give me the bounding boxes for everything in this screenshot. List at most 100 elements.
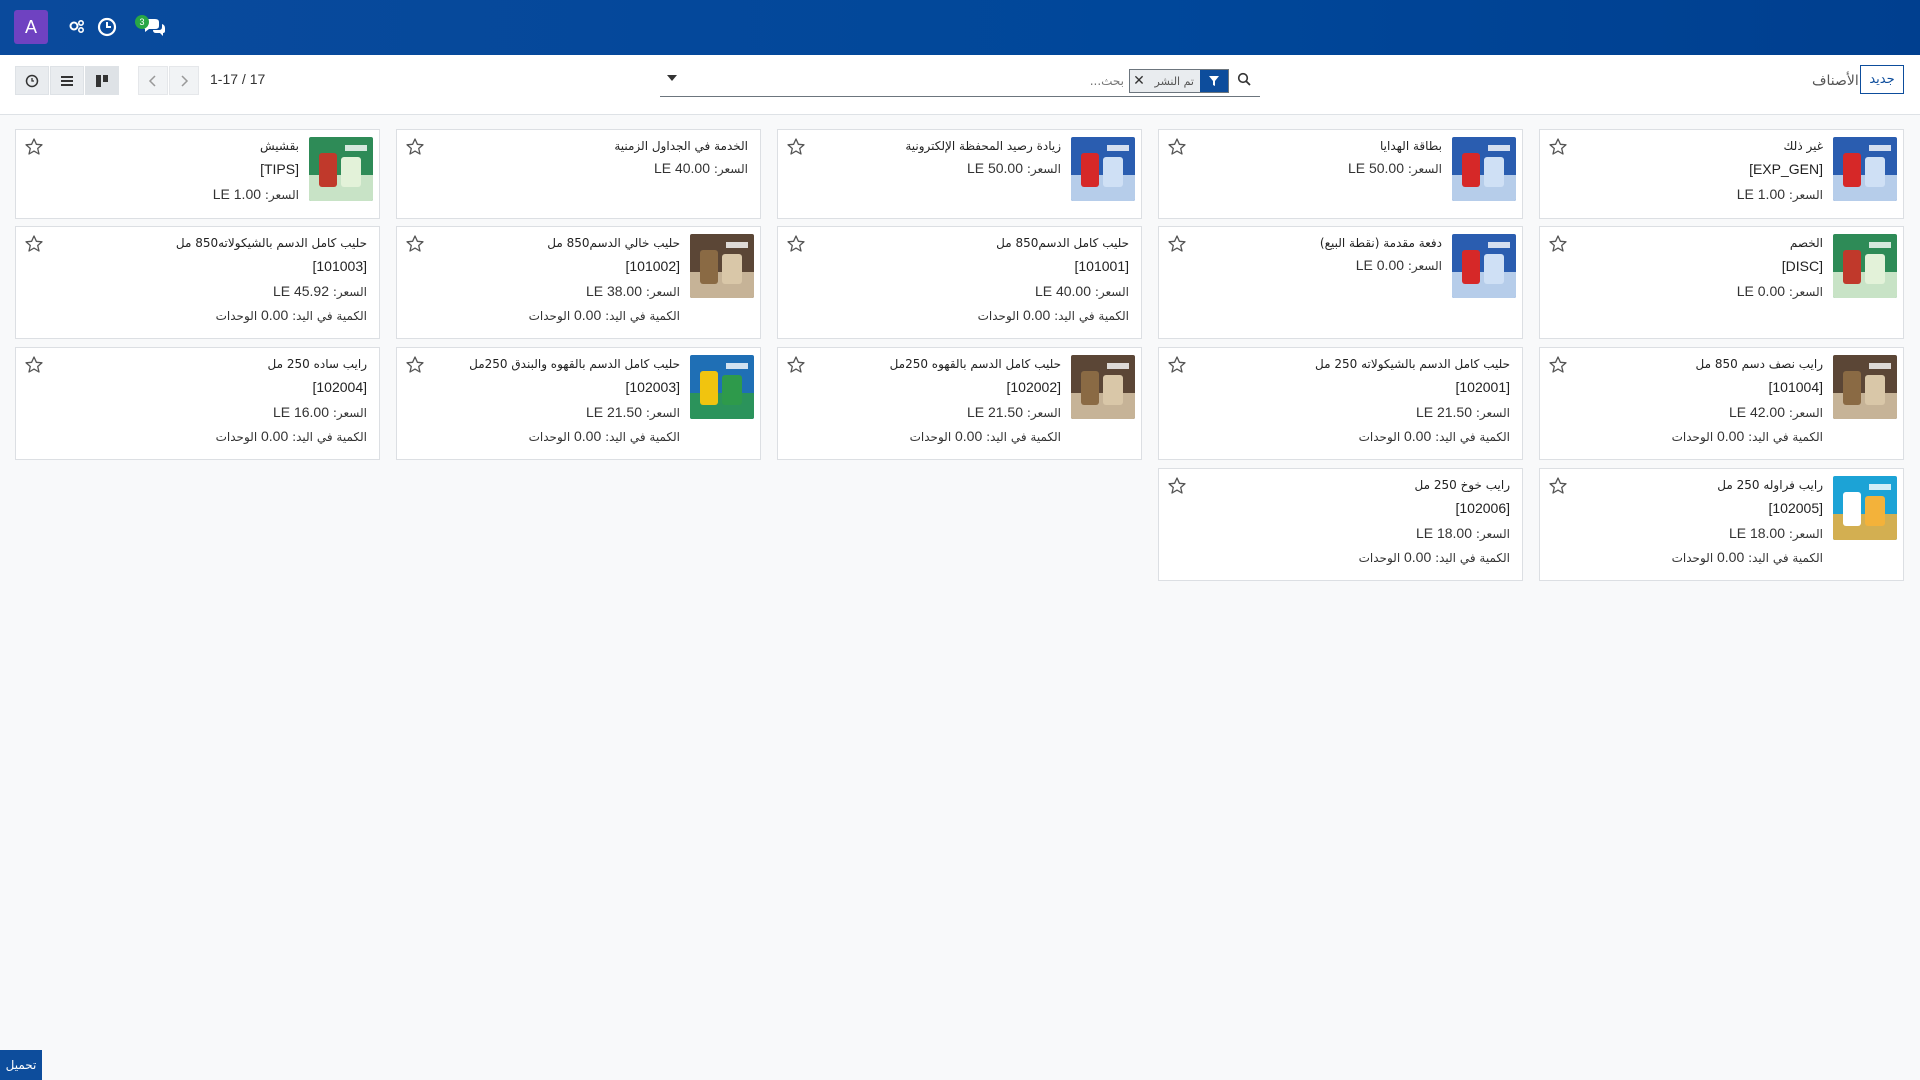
chevron-right-icon xyxy=(181,74,189,87)
qty-units: الوحدات xyxy=(977,309,1020,323)
product-code: [101004] xyxy=(1768,379,1824,395)
favorite-star-icon[interactable] xyxy=(405,137,425,157)
product-info: دفعة مقدمة (نقطة البيع) السعر: 0.00 LE xyxy=(1199,235,1442,281)
qty-label: الكمية في اليد: xyxy=(1748,430,1823,444)
new-button[interactable]: جديد xyxy=(1860,65,1904,94)
product-card[interactable]: حليب خالي الدسم850 مل [101002] السعر: 38.0… xyxy=(396,226,761,339)
product-quantity: الكمية في اليد: 0.00 الوحدات xyxy=(56,307,367,327)
product-card[interactable]: حليب كامل الدسم850 مل [101001] السعر: 40.0… xyxy=(777,226,1142,339)
pager-next-button[interactable] xyxy=(169,66,199,95)
price-value: 38.00 LE xyxy=(585,283,643,299)
favorite-star-icon[interactable] xyxy=(786,137,806,157)
product-name: غير ذلك xyxy=(1783,139,1823,153)
download-button[interactable]: تحميل xyxy=(0,1050,42,1080)
price-value: 0.00 LE xyxy=(1736,283,1786,299)
product-code: [EXP_GEN] xyxy=(1749,161,1823,177)
price-label: السعر: xyxy=(1026,162,1061,176)
favorite-star-icon[interactable] xyxy=(1167,355,1187,375)
price-label: السعر: xyxy=(1094,285,1129,299)
product-code: [101002] xyxy=(625,258,681,274)
price-value: 1.00 LE xyxy=(1736,186,1786,202)
product-card[interactable]: رايب نصف دسم 850 مل [101004] السعر: 42.00 … xyxy=(1539,347,1904,460)
favorite-star-icon[interactable] xyxy=(24,137,44,157)
product-image xyxy=(690,234,754,298)
favorite-star-icon[interactable] xyxy=(1548,476,1568,496)
favorite-star-icon[interactable] xyxy=(1167,234,1187,254)
product-info: حليب كامل الدسم بالقهوه والبندق 250مل [10… xyxy=(437,356,680,448)
product-name: رايب فراوله 250 مل xyxy=(1717,478,1823,492)
product-card[interactable]: الخصم [DISC] السعر: 0.00 LE xyxy=(1539,226,1904,339)
favorite-star-icon[interactable] xyxy=(24,355,44,375)
favorite-star-icon[interactable] xyxy=(1548,234,1568,254)
search-input[interactable] xyxy=(684,71,1124,91)
product-info: الخصم [DISC] السعر: 0.00 LE xyxy=(1580,235,1823,307)
product-price: السعر: 42.00 LE xyxy=(1580,404,1823,428)
product-card[interactable]: حليب كامل الدسم بالشيكولاته850 مل [101003… xyxy=(15,226,380,339)
product-code: [102002] xyxy=(1006,379,1062,395)
product-card[interactable]: رايب فراوله 250 مل [102005] السعر: 18.00 L… xyxy=(1539,468,1904,581)
facet-remove-icon[interactable]: ✕ xyxy=(1130,70,1148,92)
product-info: بقشيش [TIPS] السعر: 1.00 LE xyxy=(56,138,299,210)
user-avatar[interactable]: A xyxy=(14,10,48,44)
product-code: [101003] xyxy=(312,258,368,274)
product-name: حليب كامل الدسم850 مل xyxy=(996,236,1129,250)
price-label: السعر: xyxy=(332,406,367,420)
product-card[interactable]: بقشيش [TIPS] السعر: 1.00 LE xyxy=(15,129,380,219)
favorite-star-icon[interactable] xyxy=(1548,355,1568,375)
pager-previous-button[interactable] xyxy=(138,66,168,95)
qty-value: 0.00 xyxy=(954,428,983,444)
qty-value: 0.00 xyxy=(1403,428,1432,444)
product-card[interactable]: زيادة رصيد المحفظة الإلكترونية السعر: 50.… xyxy=(777,129,1142,219)
qty-label: الكمية في اليد: xyxy=(986,430,1061,444)
product-info: حليب كامل الدسم بالقهوه 250مل [102002] الس… xyxy=(818,356,1061,448)
product-quantity: الكمية في اليد: 0.00 الوحدات xyxy=(1580,428,1823,448)
product-card[interactable]: حليب كامل الدسم بالقهوه 250مل [102002] الس… xyxy=(777,347,1142,460)
price-label: السعر: xyxy=(1475,406,1510,420)
favorite-star-icon[interactable] xyxy=(786,234,806,254)
product-code: [102004] xyxy=(312,379,368,395)
search-options-toggle[interactable] xyxy=(667,75,677,81)
favorite-star-icon[interactable] xyxy=(405,355,425,375)
list-view-button[interactable] xyxy=(50,66,84,95)
qty-value: 0.00 xyxy=(1716,428,1745,444)
price-value: 18.00 LE xyxy=(1728,525,1786,541)
product-card[interactable]: حليب كامل الدسم بالقهوه والبندق 250مل [10… xyxy=(396,347,761,460)
favorite-star-icon[interactable] xyxy=(786,355,806,375)
facet-label: تم النشر xyxy=(1154,74,1195,88)
price-value: 21.50 LE xyxy=(1415,404,1473,420)
favorite-star-icon[interactable] xyxy=(1167,137,1187,157)
product-card[interactable]: دفعة مقدمة (نقطة البيع) السعر: 0.00 LE xyxy=(1158,226,1523,339)
product-name: زيادة رصيد المحفظة الإلكترونية xyxy=(905,139,1061,153)
product-code: [102003] xyxy=(625,379,681,395)
favorite-star-icon[interactable] xyxy=(405,234,425,254)
product-card[interactable]: غير ذلك [EXP_GEN] السعر: 1.00 LE xyxy=(1539,129,1904,219)
product-card[interactable]: حليب كامل الدسم بالشيكولاته 250 مل [10200… xyxy=(1158,347,1523,460)
price-label: السعر: xyxy=(1788,527,1823,541)
favorite-star-icon[interactable] xyxy=(24,234,44,254)
qty-value: 0.00 xyxy=(1403,549,1432,565)
product-code: [102005] xyxy=(1768,500,1824,516)
product-card[interactable]: رايب ساده 250 مل [102004] السعر: 16.00 LE ا… xyxy=(15,347,380,460)
settings-icon[interactable] xyxy=(66,16,88,38)
favorite-star-icon[interactable] xyxy=(1548,137,1568,157)
product-info: زيادة رصيد المحفظة الإلكترونية السعر: 50.… xyxy=(818,138,1061,184)
price-value: 0.00 LE xyxy=(1355,257,1405,273)
activity-view-button[interactable] xyxy=(15,66,49,95)
price-value: 40.00 LE xyxy=(1034,283,1092,299)
qty-units: الوحدات xyxy=(1671,551,1714,565)
product-image xyxy=(1071,137,1135,201)
search-icon[interactable] xyxy=(1237,71,1255,89)
product-card[interactable]: رايب خوخ 250 مل [102006] السعر: 18.00 LE ال… xyxy=(1158,468,1523,581)
clock-icon[interactable] xyxy=(96,16,118,38)
product-name: رايب ساده 250 مل xyxy=(267,357,367,371)
product-card[interactable]: الخدمة في الجداول الزمنية السعر: 40.00 LE xyxy=(396,129,761,219)
product-price: السعر: 50.00 LE xyxy=(818,160,1061,184)
kanban-view-button[interactable] xyxy=(85,66,119,95)
product-quantity: الكمية في اليد: 0.00 الوحدات xyxy=(1199,549,1510,569)
favorite-star-icon[interactable] xyxy=(1167,476,1187,496)
product-image xyxy=(1071,355,1135,419)
qty-label: الكمية في اليد: xyxy=(605,430,680,444)
product-card[interactable]: بطاقة الهدايا السعر: 50.00 LE xyxy=(1158,129,1523,219)
pager-value[interactable]: 1-17 / 17 xyxy=(210,71,265,87)
product-code: [101001] xyxy=(1074,258,1130,274)
